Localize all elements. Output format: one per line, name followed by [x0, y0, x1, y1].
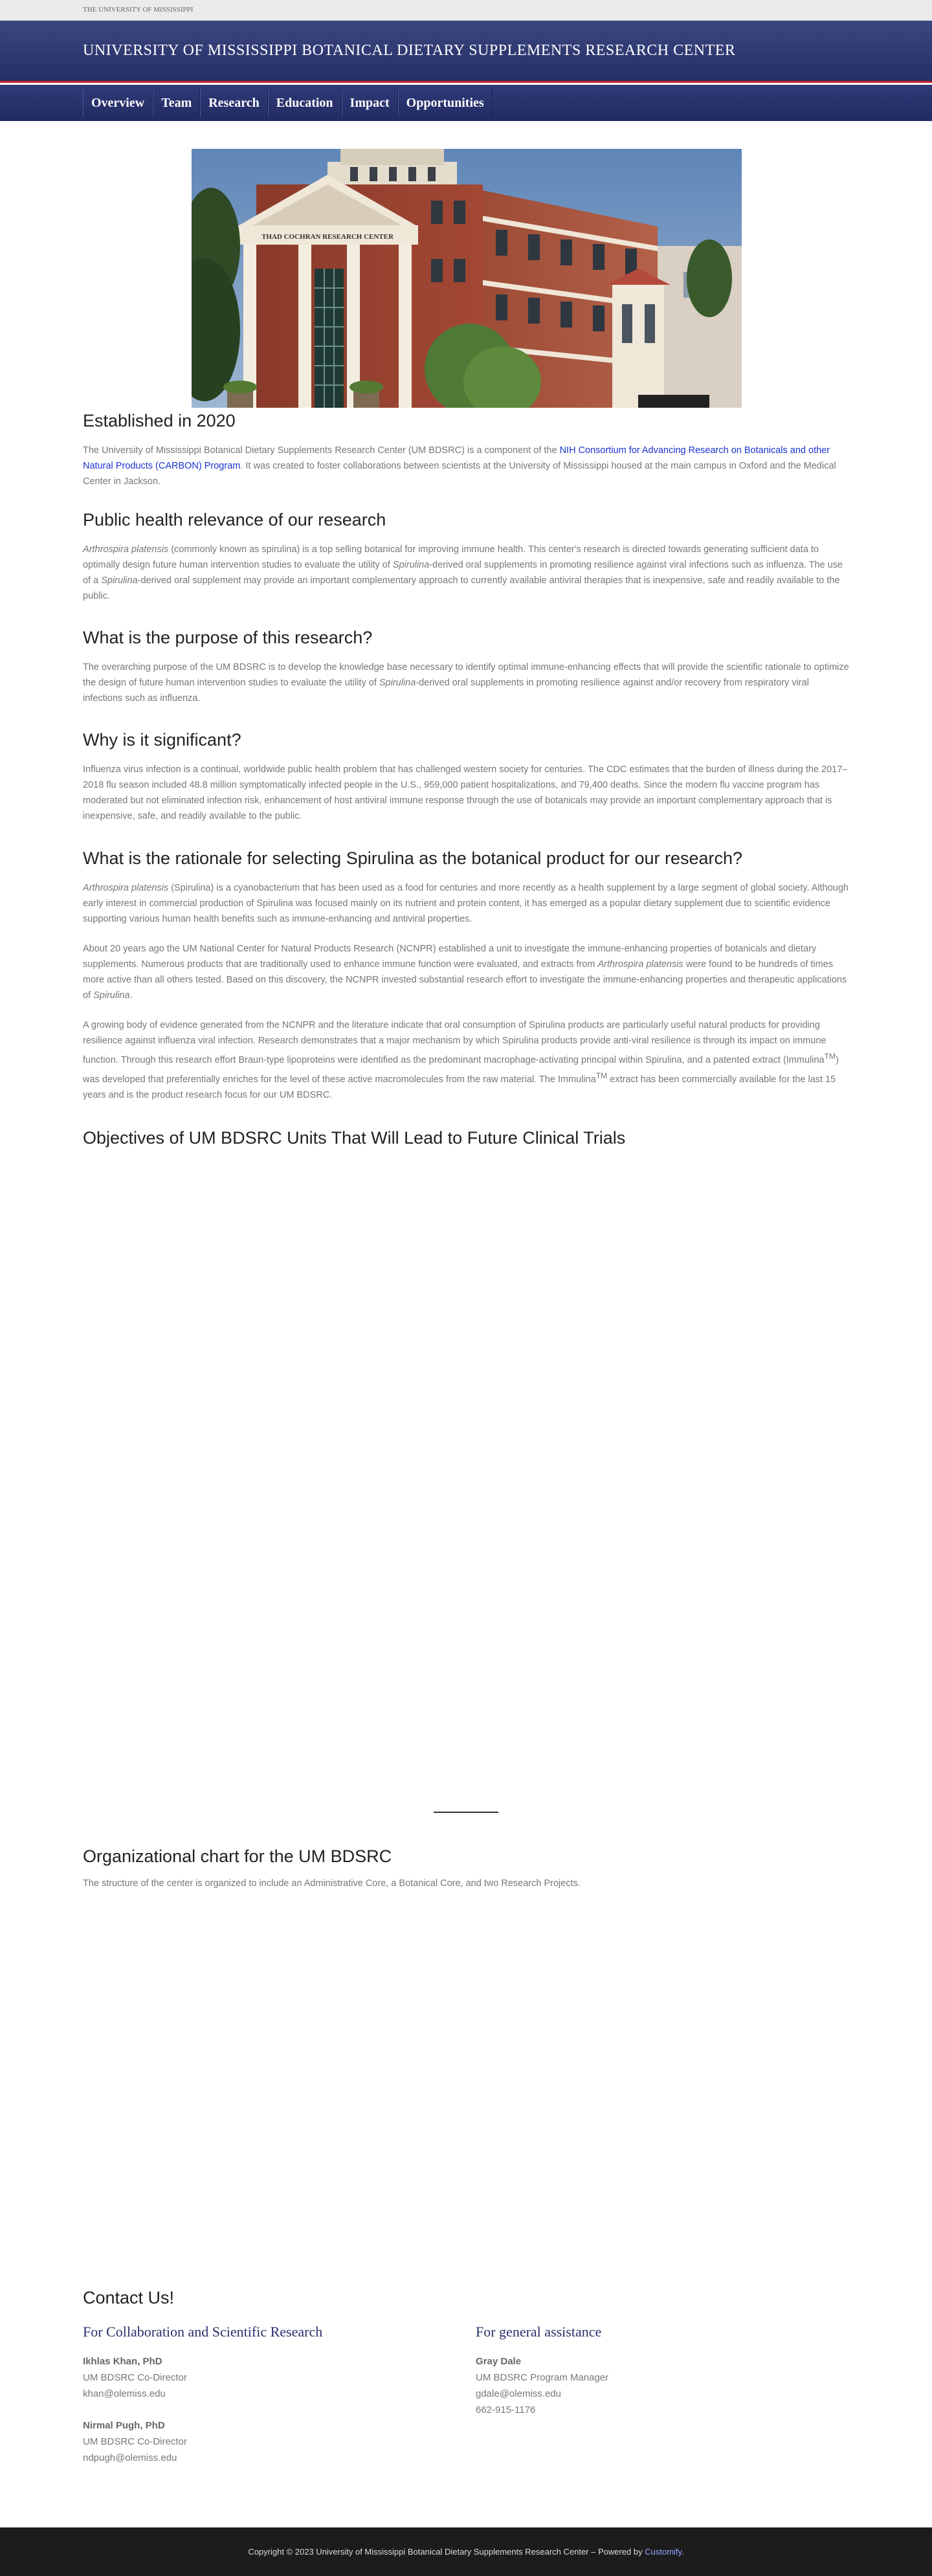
heading-significance: Why is it significant? [83, 730, 241, 749]
heading-rationale: What is the rationale for selecting Spir… [83, 849, 743, 868]
contact-section: Contact Us! For Collaboration and Scient… [83, 2285, 849, 2463]
rationale-paragraph-1: Arthrospira platensis (Spirulina) is a c… [83, 883, 849, 924]
section-public-health: Public health relevance of our research … [83, 507, 849, 604]
section-org-chart: Organizational chart for the UM BDSRC Th… [83, 1843, 849, 1891]
footer-copyright: Copyright © 2023 University of Mississip… [248, 2547, 684, 2557]
nav-item-opportunities[interactable]: Opportunities [397, 89, 493, 117]
contact-name: Nirmal Pugh, PhD [83, 2420, 165, 2431]
org-chart-paragraph: The structure of the center is organized… [83, 1878, 581, 1889]
section-objectives: Objectives of UM BDSRC Units That Will L… [83, 1125, 849, 1151]
nav-item-impact[interactable]: Impact [341, 89, 398, 117]
section-significance: Why is it significant? Influenza virus i… [83, 727, 849, 824]
top-utility-bar: THE UNIVERSITY OF MISSISSIPPI [0, 0, 932, 21]
public-health-paragraph: Arthrospira platensis (commonly known as… [83, 544, 843, 601]
heading-established: Established in 2020 [83, 411, 236, 430]
hero-building-photo: THAD COCHRAN RESEARCH CENTER [192, 149, 742, 408]
heading-purpose: What is the purpose of this research? [83, 628, 373, 647]
contact-email[interactable]: gdale@olemiss.edu [476, 2388, 561, 2399]
heading-objectives: Objectives of UM BDSRC Units That Will L… [83, 1128, 626, 1148]
contact-phone[interactable]: 662-915-1176 [476, 2404, 535, 2415]
contact-column-general: For general assistance Gray Dale UM BDSR… [476, 2324, 838, 2418]
section-rationale: What is the rationale for selecting Spir… [83, 845, 849, 1103]
established-paragraph: The University of Mississippi Botanical … [83, 445, 836, 487]
section-divider [434, 1812, 498, 1813]
site-title[interactable]: UNIVERSITY OF MISSISSIPPI BOTANICAL DIET… [83, 42, 735, 60]
contact-role: UM BDSRC Co-Director [83, 2436, 187, 2447]
contact-role: UM BDSRC Co-Director [83, 2372, 187, 2383]
significance-paragraph: Influenza virus infection is a continual… [83, 764, 848, 821]
section-established: Established in 2020 The University of Mi… [83, 408, 849, 489]
heading-collaboration: For Collaboration and Scientific Researc… [83, 2324, 323, 2340]
main-navigation: Overview Team Research Education Impact … [0, 85, 932, 121]
heading-general-assistance: For general assistance [476, 2324, 602, 2340]
contact-column-research: For Collaboration and Scientific Researc… [83, 2324, 445, 2466]
heading-org-chart: Organizational chart for the UM BDSRC [83, 1847, 392, 1866]
nav-item-research[interactable]: Research [200, 89, 268, 117]
rationale-paragraph-2: About 20 years ago the UM National Cente… [83, 944, 847, 1001]
nav-item-overview[interactable]: Overview [83, 89, 153, 117]
contact-name: Ikhlas Khan, PhD [83, 2356, 162, 2367]
heading-contact: Contact Us! [83, 2288, 175, 2307]
contact-person: Nirmal Pugh, PhD UM BDSRC Co-Director nd… [83, 2417, 445, 2466]
site-header: UNIVERSITY OF MISSISSIPPI BOTANICAL DIET… [0, 21, 932, 83]
nav-item-education[interactable]: Education [267, 89, 342, 117]
purpose-paragraph: The overarching purpose of the UM BDSRC … [83, 662, 849, 704]
customify-link[interactable]: Customify [645, 2547, 682, 2557]
heading-public-health: Public health relevance of our research [83, 510, 386, 529]
contact-email[interactable]: khan@olemiss.edu [83, 2388, 166, 2399]
rationale-paragraph-3: A growing body of evidence generated fro… [83, 1020, 839, 1100]
contact-person: Gray Dale UM BDSRC Program Manager gdale… [476, 2353, 838, 2418]
contact-person: Ikhlas Khan, PhD UM BDSRC Co-Director kh… [83, 2353, 445, 2402]
university-label[interactable]: THE UNIVERSITY OF MISSISSIPPI [83, 6, 193, 14]
site-footer: Copyright © 2023 University of Mississip… [0, 2527, 932, 2576]
building-sign-text: THAD COCHRAN RESEARCH CENTER [261, 233, 394, 241]
contact-name: Gray Dale [476, 2356, 522, 2367]
contact-email[interactable]: ndpugh@olemiss.edu [83, 2452, 177, 2463]
contact-role: UM BDSRC Program Manager [476, 2372, 609, 2383]
section-purpose: What is the purpose of this research? Th… [83, 625, 849, 706]
nav-item-team[interactable]: Team [153, 89, 201, 117]
